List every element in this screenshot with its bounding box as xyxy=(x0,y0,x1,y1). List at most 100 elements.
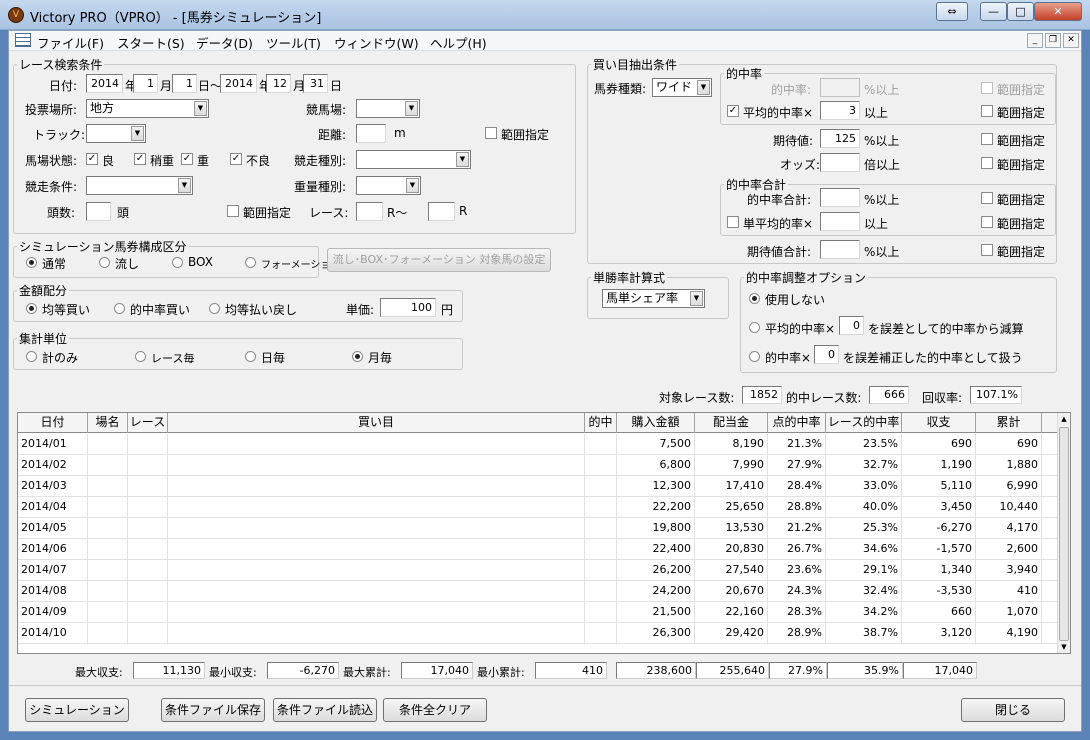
maximize-button[interactable]: □ xyxy=(1007,2,1034,21)
menu-tools[interactable]: ツール(T) xyxy=(266,33,321,52)
menu-start[interactable]: スタート(S) xyxy=(117,33,185,52)
alloc-equal-radio[interactable] xyxy=(26,303,37,314)
close-window-button[interactable]: ✕ xyxy=(1034,2,1082,21)
table-row[interactable]: 2014/03 12,300 17,410 28.4% 33.0% 5,110 6,990 xyxy=(18,476,1058,497)
window-titlebar[interactable]: V Victory PRO（VPRO） - [馬券シミュレーション] ⇔ — □… xyxy=(0,0,1090,30)
table-row[interactable]: 2014/08 24,200 20,670 24.3% 32.4% -3,530 410 xyxy=(18,581,1058,602)
menu-help[interactable]: ヘルプ(H) xyxy=(430,33,487,52)
column-header[interactable]: 日付 xyxy=(18,413,88,433)
date-from-year[interactable]: 2014 xyxy=(86,74,123,93)
table-row[interactable]: 2014/07 26,200 27,540 23.6% 29.1% 1,340 3,940 xyxy=(18,560,1058,581)
runners-input[interactable] xyxy=(86,202,111,221)
track-select[interactable]: ▼ xyxy=(86,124,146,143)
scroll-thumb[interactable] xyxy=(1059,427,1069,641)
bet-type-select[interactable]: ワイド ▼ xyxy=(652,78,712,97)
table-row[interactable]: 2014/10 26,300 29,420 28.9% 38.7% 3,120 4,190 xyxy=(18,623,1058,644)
unit-total-radio[interactable] xyxy=(26,351,37,362)
single-avg-checkbox[interactable] xyxy=(727,216,739,228)
expected-sum-input[interactable] xyxy=(820,240,860,259)
venue-select[interactable]: 地方 ▼ xyxy=(86,99,209,118)
sim-formation-radio[interactable] xyxy=(245,257,256,268)
race-condition-select[interactable]: ▼ xyxy=(86,176,193,195)
table-row[interactable]: 2014/01 7,500 8,190 21.3% 23.5% 690 690 xyxy=(18,434,1058,455)
avg-hit-rate-input[interactable]: 3 xyxy=(820,101,860,120)
menu-window[interactable]: ウィンドウ(W) xyxy=(334,33,419,52)
column-header[interactable]: 買い目 xyxy=(168,413,585,433)
adjust-correct-radio[interactable] xyxy=(749,351,760,362)
adjust-avg-input[interactable]: 0 xyxy=(839,316,864,335)
distance-range-checkbox[interactable] xyxy=(485,127,497,139)
race-type-select[interactable]: ▼ xyxy=(356,150,471,169)
close-button[interactable]: 閉じる xyxy=(961,698,1065,722)
expected-range-checkbox[interactable] xyxy=(981,133,993,145)
expected-value-input[interactable]: 125 xyxy=(820,129,860,148)
mdi-minimize-icon[interactable]: _ xyxy=(1027,33,1043,48)
alloc-equal-payout-radio[interactable] xyxy=(209,303,220,314)
scroll-down-icon[interactable]: ▼ xyxy=(1058,641,1070,653)
going-heavy-checkbox[interactable]: ✓ xyxy=(230,153,242,165)
column-header[interactable]: 的中 xyxy=(585,413,617,433)
adjust-none-radio[interactable] xyxy=(749,293,760,304)
save-conditions-button[interactable]: 条件ファイル保存 xyxy=(161,698,265,722)
weight-type-select[interactable]: ▼ xyxy=(356,176,421,195)
racecourse-select[interactable]: ▼ xyxy=(356,99,420,118)
sim-normal-radio[interactable] xyxy=(26,257,37,268)
date-to-month[interactable]: 12 xyxy=(266,74,291,93)
going-yielding-checkbox[interactable]: ✓ xyxy=(134,153,146,165)
date-to-year[interactable]: 2014 xyxy=(220,74,257,93)
column-header[interactable]: 配当金 xyxy=(695,413,768,433)
target-horse-settings-button[interactable]: 流し･BOX･フォーメーション 対象馬の設定 xyxy=(327,248,551,272)
unit-price-input[interactable]: 100 xyxy=(380,298,436,317)
column-header[interactable]: 収支 xyxy=(902,413,976,433)
sim-box-radio[interactable] xyxy=(172,257,183,268)
odds-input[interactable] xyxy=(820,153,860,172)
restore-icon[interactable]: ⇔ xyxy=(936,2,968,21)
mdi-close-icon[interactable]: ✕ xyxy=(1063,33,1079,48)
clear-conditions-button[interactable]: 条件全クリア xyxy=(383,698,487,722)
column-header[interactable]: 購入金額 xyxy=(617,413,695,433)
adjust-correct-input[interactable]: 0 xyxy=(814,345,839,364)
child-window-icon[interactable] xyxy=(15,33,31,47)
menu-data[interactable]: データ(D) xyxy=(196,33,253,52)
simulate-button[interactable]: シミュレーション xyxy=(25,698,129,722)
race-to-input[interactable] xyxy=(428,202,455,221)
column-header[interactable]: レース的中率 xyxy=(826,413,902,433)
distance-input[interactable] xyxy=(356,124,386,143)
menu-file[interactable]: ファイル(F) xyxy=(37,33,104,52)
hit-sum-range-checkbox[interactable] xyxy=(981,192,993,204)
table-row[interactable]: 2014/05 19,800 13,530 21.2% 25.3% -6,270 4,170 xyxy=(18,518,1058,539)
runners-range-checkbox[interactable] xyxy=(227,205,239,217)
mdi-restore-icon[interactable]: ❐ xyxy=(1045,33,1061,48)
date-from-day[interactable]: 1 xyxy=(172,74,197,93)
table-row[interactable]: 2014/09 21,500 22,160 28.3% 34.2% 660 1,070 xyxy=(18,602,1058,623)
avg-hit-rate-checkbox[interactable]: ✓ xyxy=(727,105,739,117)
race-from-input[interactable] xyxy=(356,202,383,221)
hit-rate-range-checkbox[interactable] xyxy=(981,82,993,94)
column-header[interactable]: 点的中率 xyxy=(768,413,826,433)
odds-range-checkbox[interactable] xyxy=(981,157,993,169)
avg-hit-range-checkbox[interactable] xyxy=(981,105,993,117)
load-conditions-button[interactable]: 条件ファイル読込 xyxy=(273,698,377,722)
adjust-avg-radio[interactable] xyxy=(749,322,760,333)
alloc-hitrate-radio[interactable] xyxy=(114,303,125,314)
unit-month-radio[interactable] xyxy=(352,351,363,362)
table-row[interactable]: 2014/02 6,800 7,990 27.9% 32.7% 1,190 1,880 xyxy=(18,455,1058,476)
scroll-up-icon[interactable]: ▲ xyxy=(1058,413,1070,426)
sim-nagashi-radio[interactable] xyxy=(99,257,110,268)
table-row[interactable]: 2014/04 22,200 25,650 28.8% 40.0% 3,450 10,440 xyxy=(18,497,1058,518)
column-header[interactable]: 累計 xyxy=(976,413,1042,433)
unit-race-radio[interactable] xyxy=(135,351,146,362)
going-good-checkbox[interactable]: ✓ xyxy=(86,153,98,165)
hit-rate-input[interactable] xyxy=(820,78,860,97)
date-from-month[interactable]: 1 xyxy=(133,74,158,93)
expected-sum-range-checkbox[interactable] xyxy=(981,244,993,256)
column-header[interactable]: レース xyxy=(128,413,168,433)
single-avg-range-checkbox[interactable] xyxy=(981,216,993,228)
date-to-day[interactable]: 31 xyxy=(303,74,328,93)
vertical-scrollbar[interactable]: ▲ ▼ xyxy=(1057,413,1070,653)
hit-sum-input[interactable] xyxy=(820,188,860,207)
going-soft-checkbox[interactable]: ✓ xyxy=(181,153,193,165)
table-row[interactable]: 2014/06 22,400 20,830 26.7% 34.6% -1,570 2,600 xyxy=(18,539,1058,560)
single-avg-input[interactable] xyxy=(820,212,860,231)
minimize-button[interactable]: — xyxy=(980,2,1007,21)
